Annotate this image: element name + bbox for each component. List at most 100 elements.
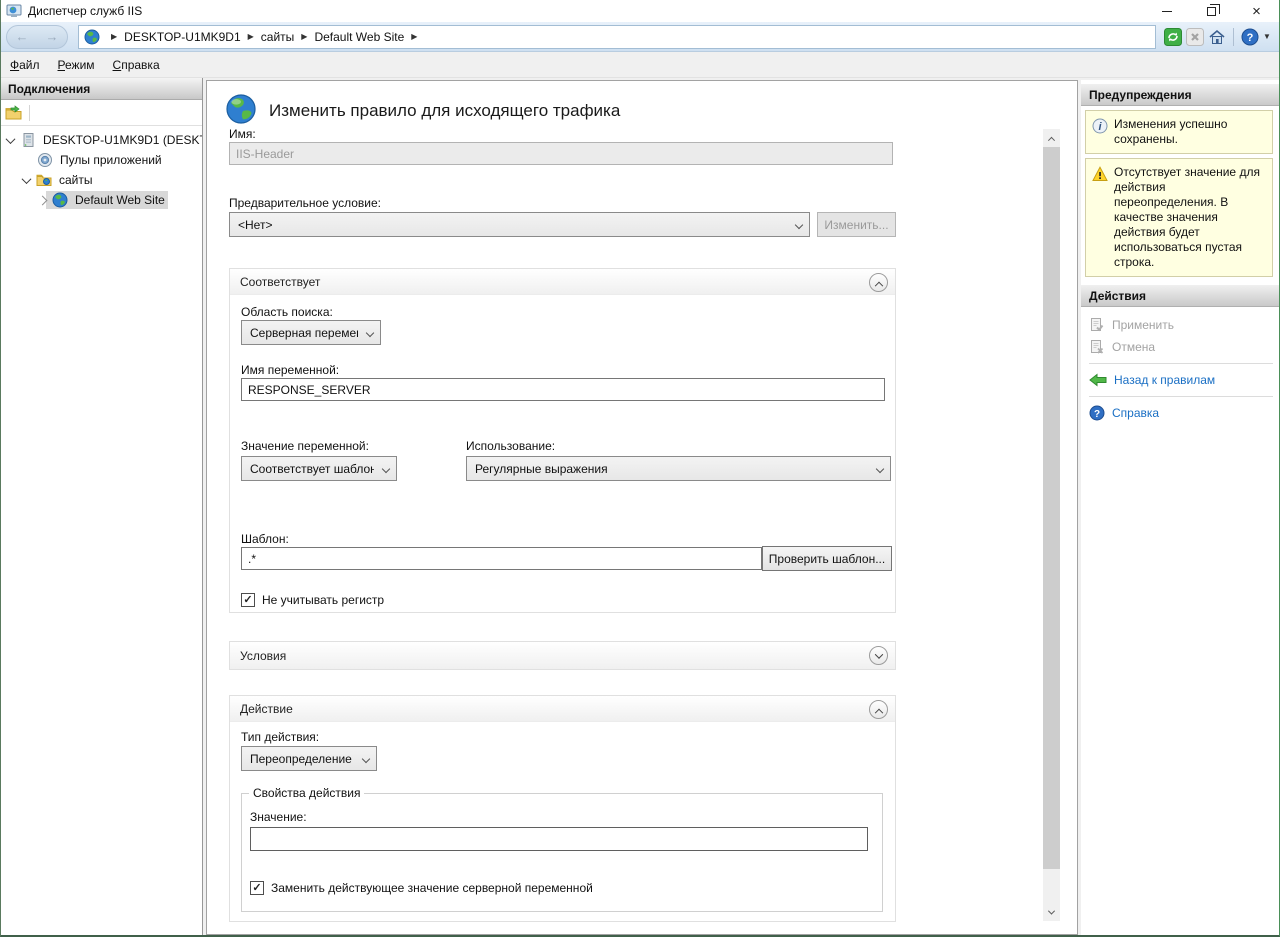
scope-label: Область поиска: (241, 305, 333, 319)
svg-text:?: ? (1247, 32, 1254, 44)
chevron-up-icon (874, 281, 882, 289)
chevron-down-icon (874, 650, 882, 658)
ignore-case-checkbox[interactable] (241, 593, 255, 607)
window-title: Диспетчер служб IIS (28, 4, 142, 18)
home-icon[interactable] (1208, 28, 1226, 46)
cancel-label: Отмена (1112, 340, 1155, 354)
back-to-rules-label: Назад к правилам (1114, 373, 1215, 387)
back-to-rules-link[interactable]: Назад к правилам (1089, 370, 1275, 390)
variable-name-label: Имя переменной: (241, 363, 339, 377)
edit-outbound-rule-form: Изменить правило для исходящего трафика … (206, 80, 1078, 935)
replace-value-checkbox[interactable] (250, 881, 264, 895)
selected-tree-item[interactable]: Default Web Site (46, 191, 168, 209)
name-input[interactable] (229, 142, 893, 165)
expand-section-button[interactable] (869, 646, 888, 665)
help-icon[interactable]: ? (1241, 28, 1259, 46)
cancel-action[interactable]: Отмена (1089, 337, 1275, 357)
scroll-up-button[interactable] (1043, 129, 1060, 146)
replace-value-label: Заменить действующее значение серверной … (271, 881, 593, 895)
action-type-select[interactable]: Переопределение (241, 746, 377, 771)
using-select[interactable]: Регулярные выражения (466, 456, 891, 481)
connections-header: Подключения (1, 78, 202, 100)
chevron-down-icon[interactable] (6, 134, 16, 144)
apply-action[interactable]: Применить (1089, 315, 1275, 335)
toolbar-separator (29, 105, 30, 121)
menu-help[interactable]: Справка (104, 54, 169, 76)
minimize-button[interactable] (1144, 0, 1189, 22)
forward-button[interactable]: → (46, 30, 59, 43)
breadcrumb-arrow-icon[interactable]: ▶ (111, 32, 117, 41)
pattern-input[interactable] (241, 547, 762, 570)
chevron-down-icon (366, 329, 374, 337)
tree-item-sites[interactable]: сайты (1, 170, 202, 190)
menu-file[interactable]: Файл (1, 54, 49, 76)
main-scrollbar[interactable] (1043, 129, 1060, 921)
info-alert: i Изменения успешно сохранены. (1085, 110, 1273, 154)
breadcrumb-arrow-icon[interactable]: ▶ (301, 32, 307, 41)
refresh-icon[interactable] (1164, 28, 1182, 46)
scrollbar-thumb[interactable] (1043, 147, 1060, 869)
breadcrumb-sites[interactable]: сайты (261, 30, 295, 44)
ignore-case-checkrow: Не учитывать регистр (241, 593, 384, 607)
action-section-title: Действие (240, 702, 293, 716)
menu-bar: Файл Режим Справка (1, 52, 1279, 78)
edit-precondition-button[interactable]: Изменить... (817, 212, 896, 237)
action-section-header[interactable]: Действие (230, 696, 895, 722)
save-connection-icon[interactable] (5, 105, 23, 121)
actions-header: Действия (1081, 285, 1279, 307)
value-input[interactable] (250, 827, 868, 851)
match-section: Соответствует Область поиска: Серверная … (229, 268, 896, 613)
precondition-value: <Нет> (238, 218, 272, 232)
precondition-select[interactable]: <Нет> (229, 212, 810, 237)
scope-select[interactable]: Серверная переменн (241, 320, 381, 345)
chevron-down-icon (382, 465, 390, 473)
chevron-down-icon[interactable] (22, 174, 32, 184)
breadcrumb-arrow-icon[interactable]: ▶ (411, 32, 417, 41)
warning-alert-text: Отсутствует значение для действия переоп… (1114, 165, 1267, 270)
minimize-icon (1162, 11, 1172, 12)
page-title: Изменить правило для исходящего трафика (269, 101, 620, 121)
navigation-buttons: ← → (6, 25, 68, 49)
tree-item-app-pools[interactable]: Пулы приложений (1, 150, 202, 170)
tree-item-default-web-site[interactable]: Default Web Site (1, 190, 202, 210)
menu-view[interactable]: Режим (49, 54, 104, 76)
page-globe-icon (225, 93, 257, 125)
match-section-header[interactable]: Соответствует (230, 269, 895, 295)
test-pattern-button[interactable]: Проверить шаблон... (762, 546, 892, 571)
chevron-up-icon (1048, 137, 1055, 144)
chevron-up-icon (874, 708, 882, 716)
variable-value-value: Соответствует шаблону (250, 462, 374, 476)
breadcrumb-arrow-icon[interactable]: ▶ (248, 32, 254, 41)
chevron-down-icon (795, 221, 803, 229)
stop-icon[interactable] (1186, 28, 1204, 46)
app-pools-icon (37, 152, 53, 168)
action-type-value: Переопределение (250, 752, 352, 766)
help-link[interactable]: ? Справка (1089, 403, 1275, 423)
actions-separator (1089, 363, 1273, 364)
name-label: Имя: (229, 127, 256, 141)
precondition-label: Предварительное условие: (229, 196, 381, 210)
breadcrumb-default-web-site[interactable]: Default Web Site (314, 30, 404, 44)
connections-panel: Подключения DESKTOP-U1MK9D1 (DESKTO (1, 78, 203, 935)
breadcrumb-server[interactable]: DESKTOP-U1MK9D1 (124, 30, 240, 44)
help-dropdown-caret-icon[interactable]: ▼ (1263, 32, 1271, 41)
site-globe-icon (84, 29, 100, 45)
collapse-section-button[interactable] (869, 273, 888, 292)
collapse-section-button[interactable] (869, 700, 888, 719)
alerts-header: Предупреждения (1081, 84, 1279, 106)
svg-text:?: ? (1094, 409, 1100, 420)
restore-button[interactable] (1189, 0, 1234, 22)
conditions-section-header[interactable]: Условия (230, 642, 895, 669)
close-button[interactable]: × (1234, 0, 1279, 22)
match-section-title: Соответствует (240, 275, 320, 289)
back-button[interactable]: ← (16, 30, 29, 43)
variable-value-select[interactable]: Соответствует шаблону (241, 456, 397, 481)
variable-name-input[interactable] (241, 378, 885, 401)
breadcrumb[interactable]: ▶ DESKTOP-U1MK9D1 ▶ сайты ▶ Default Web … (78, 25, 1156, 49)
back-arrow-icon (1089, 373, 1107, 387)
address-toolbar: ? ▼ (1164, 28, 1271, 46)
apply-label: Применить (1112, 318, 1174, 332)
tree-item-server[interactable]: DESKTOP-U1MK9D1 (DESKTO (1, 130, 202, 150)
scroll-down-button[interactable] (1043, 904, 1060, 921)
pattern-label: Шаблон: (241, 532, 289, 546)
